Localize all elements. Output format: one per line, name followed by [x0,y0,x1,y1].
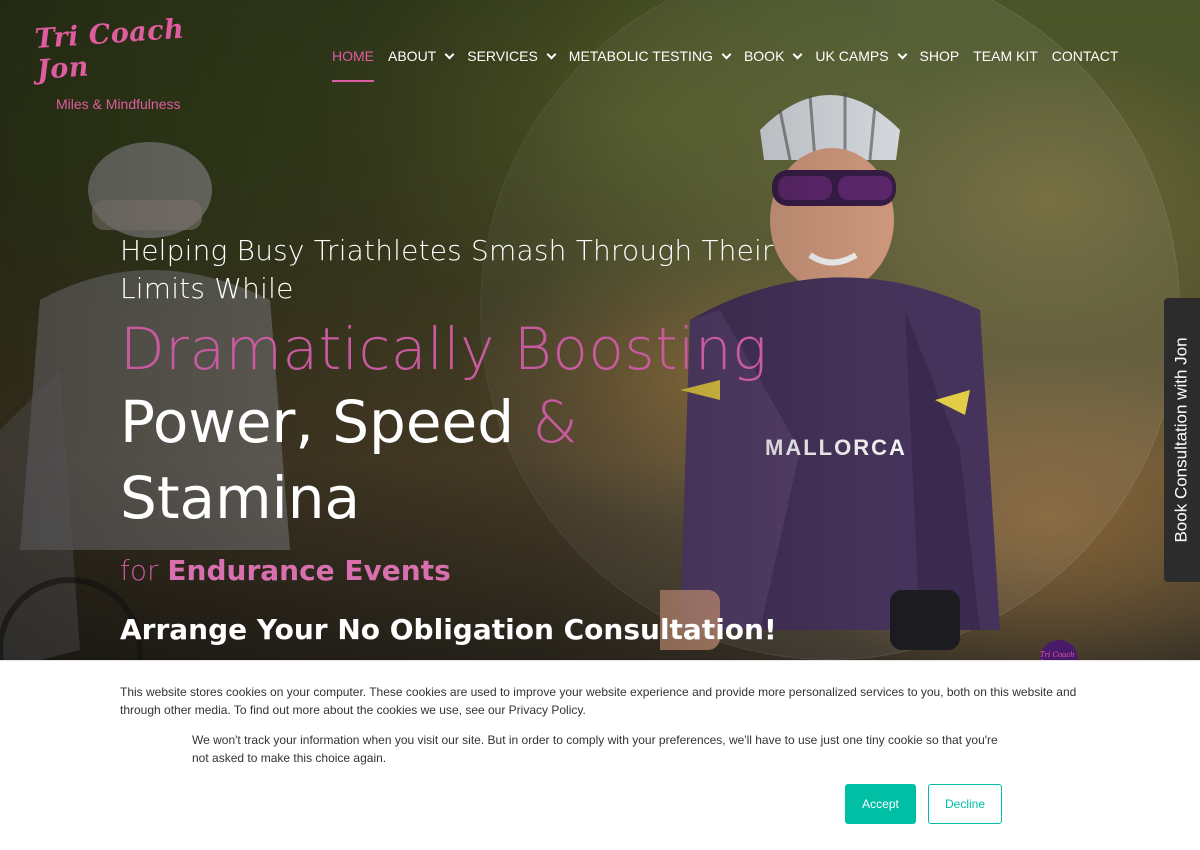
main-nav: HOME ABOUT SERVICES METABOLIC TESTING BO… [332,48,1132,82]
nav-label: HOME [332,48,374,64]
nav-item-services[interactable]: SERVICES [467,48,557,74]
chevron-down-icon [792,49,803,59]
chevron-down-icon [444,49,455,59]
logo-tagline: Miles & Mindfulness [56,96,181,112]
chevron-down-icon [546,49,557,59]
nav-item-about[interactable]: ABOUT [388,48,455,74]
nav-item-shop[interactable]: SHOP [920,48,960,74]
nav-label: UK CAMPS [815,48,889,64]
cookie-text-primary: This website stores cookies on your comp… [120,685,1077,717]
cookie-text-secondary: We won't track your information when you… [192,733,998,765]
chevron-down-icon [721,49,732,59]
logo-script-text: Tri Coach Jon [33,13,186,86]
nav-label: ABOUT [388,48,437,64]
hero-cta-text[interactable]: Arrange Your No Obligation Consultation! [120,613,820,646]
nav-label: SERVICES [467,48,538,64]
hero-ampersand: & [532,388,578,456]
accept-button[interactable]: Accept [845,784,916,824]
hero-power-speed: Power, Speed & [120,384,820,460]
nav-item-metabolic-testing[interactable]: METABOLIC TESTING [568,48,732,74]
hero-for-word: for [120,554,159,587]
hero-for-line: for Endurance Events [120,554,820,587]
hero-highlight: Dramatically Boosting [120,315,768,383]
nav-item-contact[interactable]: CONTACT [1052,48,1119,74]
hero-subheading-line1: Helping Busy Triathletes Smash Through T… [120,234,774,267]
site-logo[interactable]: Tri Coach Jon Miles & Mindfulness [34,14,216,112]
cookie-banner: This website stores cookies on your comp… [0,660,1200,850]
nav-label: SHOP [919,48,960,64]
nav-item-home[interactable]: HOME [332,48,374,82]
decline-button[interactable]: Decline [928,784,1002,824]
nav-item-team-kit[interactable]: TEAM KIT [973,48,1038,74]
hero-subheading-line2: Limits While [120,272,294,305]
chevron-down-icon [897,49,907,59]
hero-stamina: Stamina [120,464,361,532]
nav-label: CONTACT [1051,48,1119,64]
nav-label: TEAM KIT [973,48,1038,64]
hero-power-text: Power, Speed [120,388,515,456]
side-tab-label: Book Consultation with Jon [1172,337,1191,543]
book-consultation-tab[interactable]: Book Consultation with Jon [1164,298,1200,582]
hero-endurance-events: Endurance Events [167,554,451,587]
nav-label: METABOLIC TESTING [568,48,713,64]
nav-label: BOOK [743,48,785,64]
nav-item-book[interactable]: BOOK [743,48,803,74]
hero-heading: Helping Busy Triathletes Smash Through T… [120,232,820,646]
nav-item-uk-camps[interactable]: UK CAMPS [815,48,907,74]
